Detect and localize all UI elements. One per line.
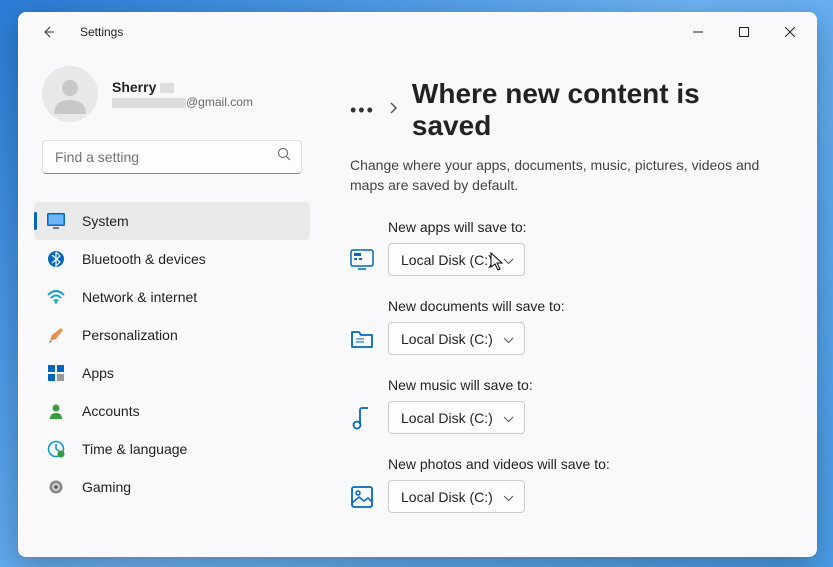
apps-location-dropdown[interactable]: Local Disk (C:) xyxy=(388,243,525,276)
chevron-right-icon xyxy=(389,101,398,120)
dropdown-value: Local Disk (C:) xyxy=(401,489,493,505)
minimize-button[interactable] xyxy=(675,16,721,48)
search-icon xyxy=(277,147,292,167)
system-icon xyxy=(46,211,66,231)
titlebar: Settings xyxy=(18,12,817,52)
monitor-icon xyxy=(350,248,374,272)
sidebar-item-apps[interactable]: Apps xyxy=(34,354,310,392)
person-icon xyxy=(46,401,66,421)
sidebar-item-bluetooth[interactable]: Bluetooth & devices xyxy=(34,240,310,278)
search-input[interactable] xyxy=(42,140,302,174)
main-content: ••• Where new content is saved Change wh… xyxy=(318,52,817,557)
wifi-icon xyxy=(46,287,66,307)
content: Sherry @gmail.com System xyxy=(18,52,817,557)
page-title: Where new content is saved xyxy=(412,78,785,142)
window-controls xyxy=(675,16,813,48)
chevron-down-icon xyxy=(493,331,514,347)
avatar xyxy=(42,66,98,122)
setting-photos-videos: New photos and videos will save to: Loca… xyxy=(350,456,785,513)
search-box xyxy=(42,140,302,174)
image-icon xyxy=(350,485,374,509)
bluetooth-icon xyxy=(46,249,66,269)
user-name: Sherry xyxy=(112,79,253,95)
back-arrow-icon xyxy=(40,24,56,40)
folder-icon xyxy=(350,327,374,351)
dropdown-value: Local Disk (C:) xyxy=(401,252,493,268)
page-description: Change where your apps, documents, music… xyxy=(350,156,785,195)
chevron-down-icon xyxy=(493,489,514,505)
breadcrumb-dots[interactable]: ••• xyxy=(350,100,375,121)
setting-music: New music will save to: Local Disk (C:) xyxy=(350,377,785,434)
sidebar-item-time-language[interactable]: Time & language xyxy=(34,430,310,468)
close-button[interactable] xyxy=(767,16,813,48)
window-title: Settings xyxy=(80,25,123,39)
setting-label: New documents will save to: xyxy=(388,298,785,314)
back-button[interactable] xyxy=(32,16,64,48)
sidebar-item-system[interactable]: System xyxy=(34,202,310,240)
user-email: @gmail.com xyxy=(112,95,253,109)
chevron-down-icon xyxy=(493,410,514,426)
sidebar-item-personalization[interactable]: Personalization xyxy=(34,316,310,354)
music-location-dropdown[interactable]: Local Disk (C:) xyxy=(388,401,525,434)
clock-globe-icon xyxy=(46,439,66,459)
music-note-icon xyxy=(350,406,374,430)
setting-label: New music will save to: xyxy=(388,377,785,393)
minimize-icon xyxy=(693,27,703,37)
close-icon xyxy=(785,27,795,37)
gamepad-icon xyxy=(46,477,66,497)
documents-location-dropdown[interactable]: Local Disk (C:) xyxy=(388,322,525,355)
sidebar-item-gaming[interactable]: Gaming xyxy=(34,468,310,506)
sidebar-item-accounts[interactable]: Accounts xyxy=(34,392,310,430)
apps-icon xyxy=(46,363,66,383)
maximize-button[interactable] xyxy=(721,16,767,48)
sidebar-item-label: Apps xyxy=(82,365,114,381)
sidebar-item-label: Bluetooth & devices xyxy=(82,251,206,267)
photos-location-dropdown[interactable]: Local Disk (C:) xyxy=(388,480,525,513)
user-info: Sherry @gmail.com xyxy=(112,79,253,109)
setting-apps: New apps will save to: Local Disk (C:) xyxy=(350,219,785,276)
sidebar-item-label: Accounts xyxy=(82,403,140,419)
avatar-icon xyxy=(50,74,90,114)
setting-label: New photos and videos will save to: xyxy=(388,456,785,472)
sidebar-nav: System Bluetooth & devices Network & int… xyxy=(18,202,318,506)
sidebar-item-label: System xyxy=(82,213,129,229)
dropdown-value: Local Disk (C:) xyxy=(401,331,493,347)
settings-window: Settings Sherry @gmail.com xyxy=(18,12,817,557)
sidebar-item-label: Network & internet xyxy=(82,289,197,305)
chevron-down-icon xyxy=(493,252,514,268)
user-block[interactable]: Sherry @gmail.com xyxy=(18,58,318,140)
maximize-icon xyxy=(739,27,749,37)
breadcrumb: ••• Where new content is saved xyxy=(350,78,785,142)
sidebar-item-network[interactable]: Network & internet xyxy=(34,278,310,316)
sidebar-item-label: Time & language xyxy=(82,441,187,457)
setting-documents: New documents will save to: Local Disk (… xyxy=(350,298,785,355)
brush-icon xyxy=(46,325,66,345)
setting-label: New apps will save to: xyxy=(388,219,785,235)
sidebar-item-label: Gaming xyxy=(82,479,131,495)
sidebar: Sherry @gmail.com System xyxy=(18,52,318,557)
sidebar-item-label: Personalization xyxy=(82,327,178,343)
dropdown-value: Local Disk (C:) xyxy=(401,410,493,426)
